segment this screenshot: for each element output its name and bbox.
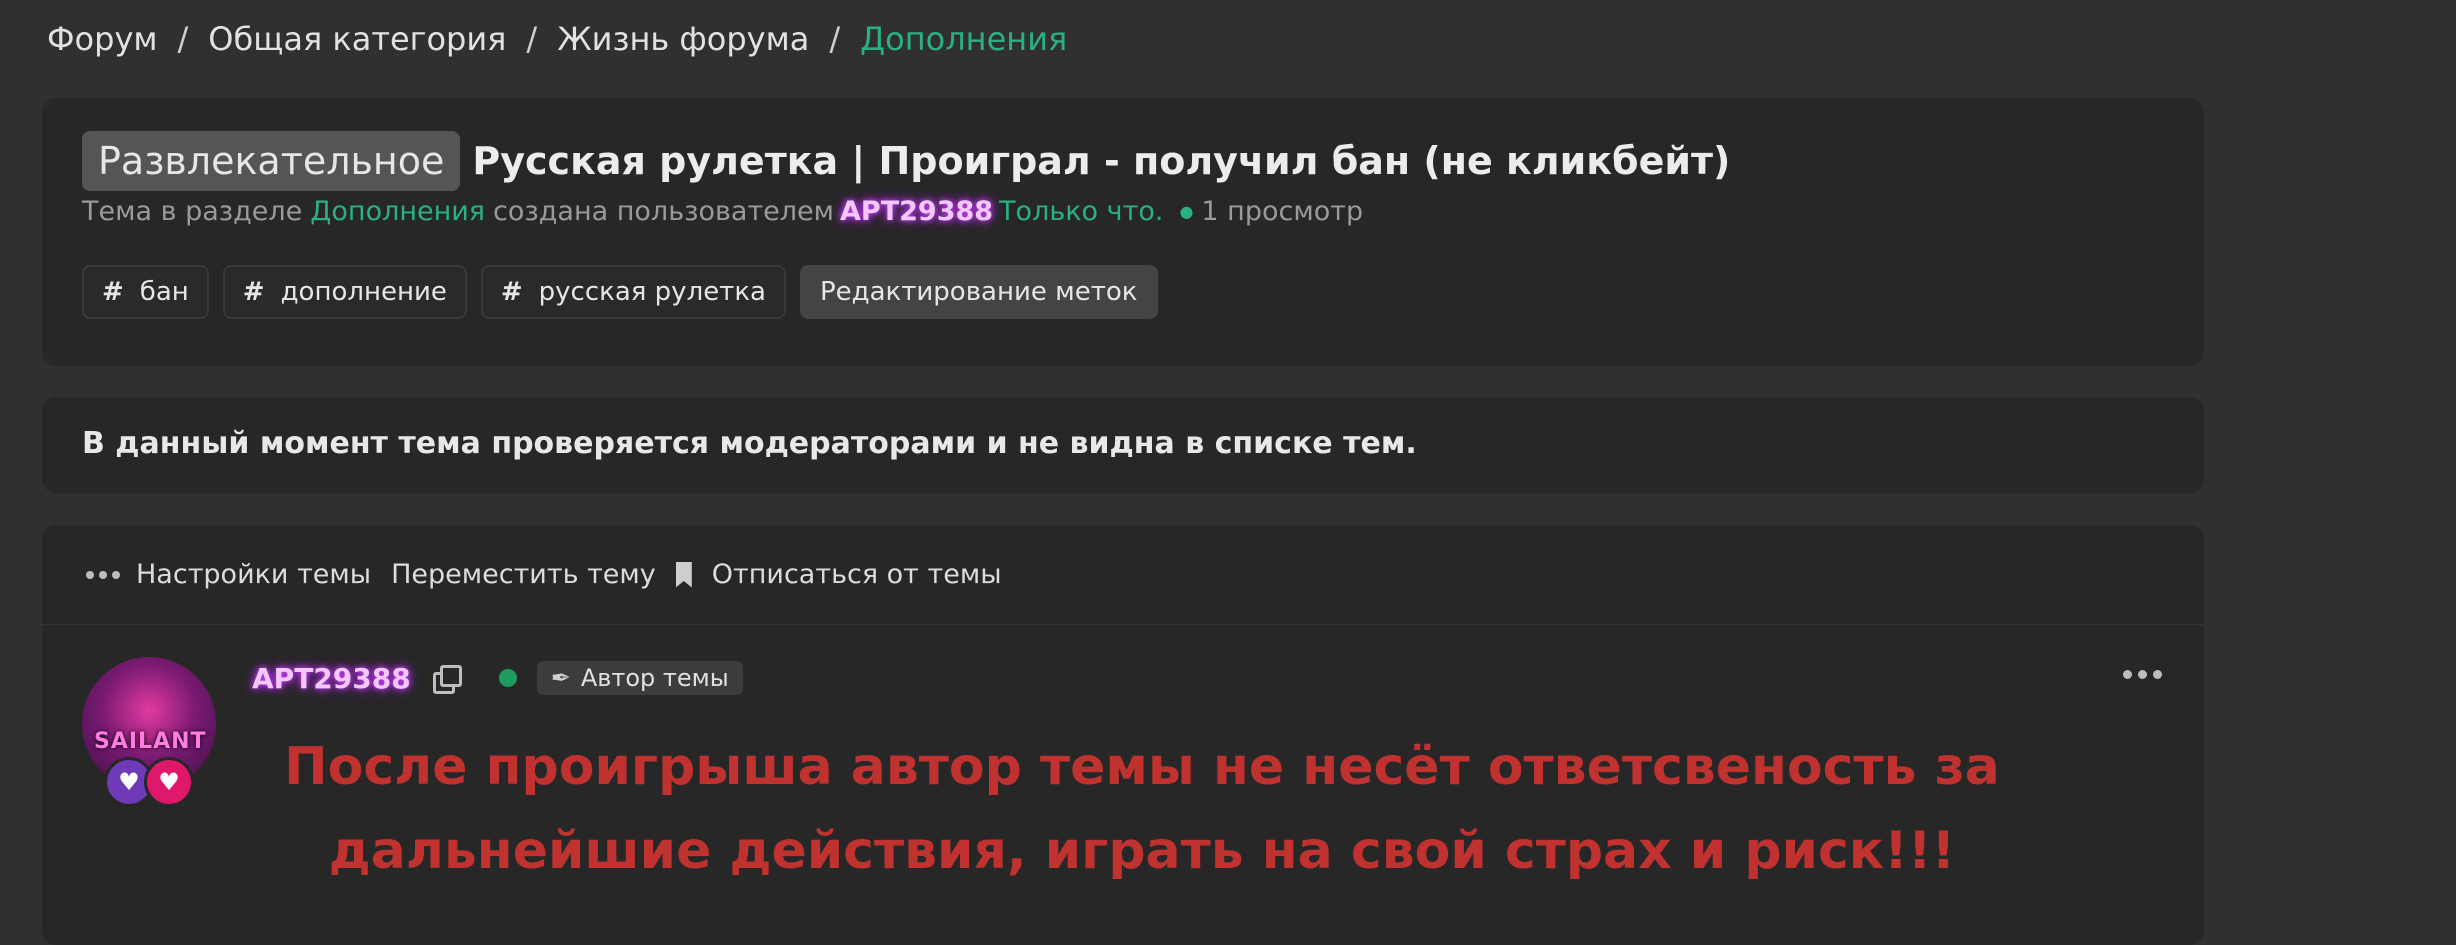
thread-settings-button[interactable]: Настройки темы xyxy=(136,559,371,590)
edit-tags-button[interactable]: Редактирование меток xyxy=(799,265,1158,319)
tag-label: бан xyxy=(139,277,189,307)
thread-title: Русская рулетка | Проиграл - получил бан… xyxy=(472,139,1731,183)
post-card: Настройки темы Переместить тему Отписать… xyxy=(42,525,2204,945)
hash-icon: # xyxy=(500,277,523,307)
more-dots-icon[interactable] xyxy=(86,570,120,579)
tag-ban[interactable]: # бан xyxy=(82,265,209,319)
heart-icon: ♥ xyxy=(144,757,194,807)
tag-list: # бан # дополнение # русская рулетка Ред… xyxy=(82,265,1158,319)
breadcrumb-addons[interactable]: Дополнения xyxy=(860,20,1067,58)
thread-prefix[interactable]: Развлекательное xyxy=(82,131,461,191)
tag-addon[interactable]: # дополнение xyxy=(222,265,467,319)
thread-header-card: Развлекательное Русская рулетка | Проигр… xyxy=(42,98,2204,366)
hash-icon: # xyxy=(242,277,265,307)
meta-section-link[interactable]: Дополнения xyxy=(310,196,485,227)
copy-icon[interactable] xyxy=(432,665,462,694)
post-more-icon[interactable] xyxy=(2123,670,2162,679)
moderation-notice-text: В данный момент тема проверяется модерат… xyxy=(82,426,1417,461)
unsubscribe-button[interactable]: Отписаться от темы xyxy=(712,559,1002,590)
post-header: APT29388 ✒ Автор темы xyxy=(252,661,743,695)
hash-icon: # xyxy=(102,277,124,307)
meta-created-by: создана пользователем xyxy=(493,196,835,227)
meta-time[interactable]: Только что. xyxy=(999,196,1163,227)
thread-meta: Тема в разделе Дополнения создана пользо… xyxy=(82,196,1363,227)
tag-label: русская рулетка xyxy=(538,277,766,307)
meta-dot-separator: ● xyxy=(1179,202,1194,221)
breadcrumb-separator: / xyxy=(829,20,841,58)
bookmark-icon xyxy=(675,561,692,588)
avatar[interactable]: SAILANT ♥ ♥ xyxy=(82,657,216,807)
author-badge: ✒ Автор темы xyxy=(536,661,743,695)
moderation-notice-card: В данный момент тема проверяется модерат… xyxy=(42,397,2204,493)
tag-russian-roulette[interactable]: # русская рулетка xyxy=(480,265,786,319)
meta-views: 1 просмотр xyxy=(1201,196,1364,227)
breadcrumb-separator: / xyxy=(526,20,538,58)
thread-title-row: Развлекательное Русская рулетка | Проигр… xyxy=(82,131,1730,191)
post-author-name[interactable]: APT29388 xyxy=(252,662,411,695)
breadcrumb-separator: / xyxy=(177,20,189,58)
online-status-icon xyxy=(498,669,517,687)
author-badge-label: Автор темы xyxy=(580,664,729,692)
tag-label: дополнение xyxy=(280,277,447,307)
breadcrumb-general-category[interactable]: Общая категория xyxy=(208,20,506,58)
thread-toolbar: Настройки темы Переместить тему Отписать… xyxy=(42,525,2204,625)
feather-icon: ✒ xyxy=(550,664,571,692)
breadcrumb: Форум / Общая категория / Жизнь форума /… xyxy=(47,20,1067,58)
breadcrumb-forum-life[interactable]: Жизнь форума xyxy=(557,20,809,58)
move-thread-button[interactable]: Переместить тему xyxy=(391,559,656,590)
post-body-text: После проигрыша автор темы не несёт отве… xyxy=(284,737,2000,881)
meta-author-link[interactable]: APT29388 xyxy=(840,196,993,227)
meta-prefix: Тема в разделе xyxy=(82,196,303,227)
avatar-logo-text: SAILANT xyxy=(94,729,207,754)
breadcrumb-forum[interactable]: Форум xyxy=(47,20,158,58)
